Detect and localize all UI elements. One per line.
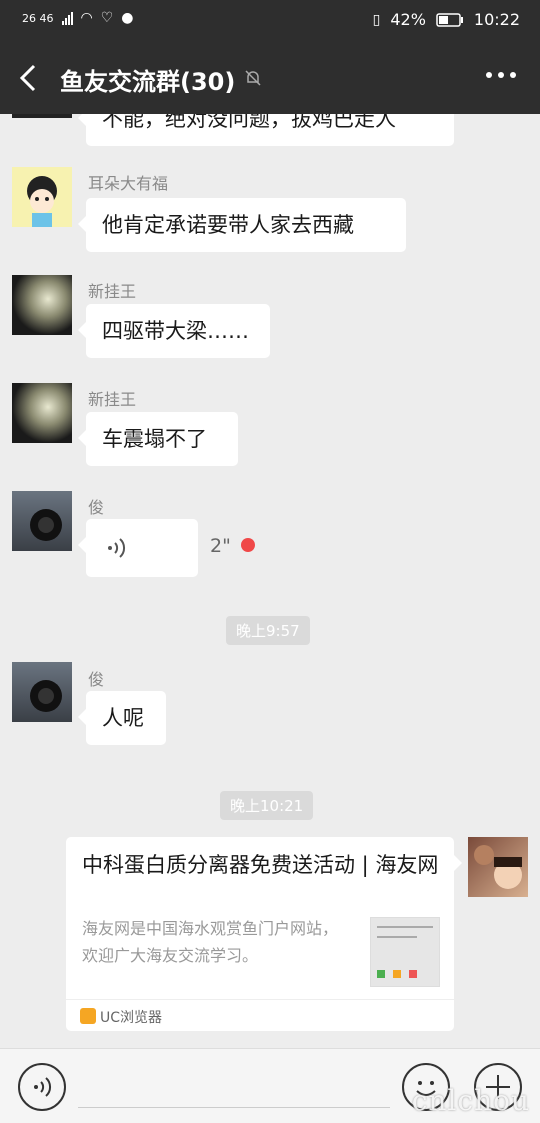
heart-icon: ♡ xyxy=(100,10,114,26)
signal-icon xyxy=(61,11,73,25)
timestamp: 晚上10:21 xyxy=(220,791,314,820)
sender-name: 俊 xyxy=(88,498,105,517)
avatar[interactable] xyxy=(12,383,72,443)
avatar-self[interactable] xyxy=(468,837,528,897)
message-bubble[interactable]: 人呢 xyxy=(78,691,166,745)
uc-browser-icon xyxy=(80,1008,96,1024)
sender-name: 新挂王 xyxy=(88,282,137,301)
watermark: cnlchou xyxy=(411,1084,530,1117)
link-card-title: 中科蛋白质分离器免费送活动 | 海友网 xyxy=(82,853,439,877)
wechat-icon: ● xyxy=(121,10,134,26)
avatar[interactable] xyxy=(12,491,72,551)
input-bar: cnlchou xyxy=(0,1048,540,1123)
mute-bell-icon xyxy=(245,70,261,86)
status-bar: 26 46 ◠ ♡ ● ▯ 42% 10:22 xyxy=(0,0,540,42)
timestamp: 晚上9:57 xyxy=(226,616,310,645)
voice-input-button[interactable] xyxy=(18,1063,66,1111)
vibrate-icon: ▯ xyxy=(372,11,381,28)
message-input[interactable] xyxy=(78,1065,390,1108)
voice-icon xyxy=(34,1077,52,1097)
link-card-source: UC浏览器 xyxy=(66,999,454,1032)
link-card-thumbnail xyxy=(370,917,440,987)
avatar[interactable] xyxy=(12,662,72,722)
clock: 10:22 xyxy=(473,10,520,29)
link-card-description: 海友网是中国海水观赏鱼门户网站，欢迎广大海友交流学习。 xyxy=(82,919,339,965)
voice-message-bubble[interactable] xyxy=(78,519,198,577)
message-bubble[interactable]: 四驱带大梁…… xyxy=(78,304,270,358)
sender-name: 俊 xyxy=(88,670,105,689)
sender-name: 耳朵大有福 xyxy=(88,174,169,193)
link-card[interactable]: 中科蛋白质分离器免费送活动 | 海友网 海友网是中国海水观赏鱼门户网站，欢迎广大… xyxy=(66,837,462,1032)
voice-duration: 2" xyxy=(210,535,231,557)
more-options-icon[interactable] xyxy=(486,72,516,78)
unread-dot xyxy=(241,538,255,552)
status-right: ▯ 42% 10:22 xyxy=(373,10,520,29)
avatar[interactable] xyxy=(12,114,72,118)
link-card-source-label: UC浏览器 xyxy=(100,1010,163,1026)
chat-title: 鱼友交流群(30) xyxy=(60,68,236,96)
battery-percent: 42% xyxy=(390,10,426,29)
chat-header: 鱼友交流群(30) xyxy=(0,42,540,114)
status-left: 26 46 ◠ ♡ ● xyxy=(22,10,134,26)
voice-wave-icon xyxy=(108,538,126,558)
avatar[interactable] xyxy=(12,167,72,227)
message-bubble[interactable]: 不能，绝对没问题，拔鸡巴走人 xyxy=(78,114,454,146)
message-bubble[interactable]: 他肯定承诺要带人家去西藏 xyxy=(78,198,406,252)
avatar[interactable] xyxy=(12,275,72,335)
sender-name: 新挂王 xyxy=(88,390,137,409)
message-bubble[interactable]: 车震塌不了 xyxy=(78,412,238,466)
wifi-icon: ◠ xyxy=(80,10,93,26)
back-arrow-icon[interactable] xyxy=(14,60,44,96)
signal-indicators: 26 46 xyxy=(22,11,54,25)
battery-icon xyxy=(436,12,463,27)
chat-area[interactable]: 不能，绝对没问题，拔鸡巴走人 耳朵大有福 他肯定承诺要带人家去西藏 新挂王 四驱… xyxy=(0,114,540,1048)
